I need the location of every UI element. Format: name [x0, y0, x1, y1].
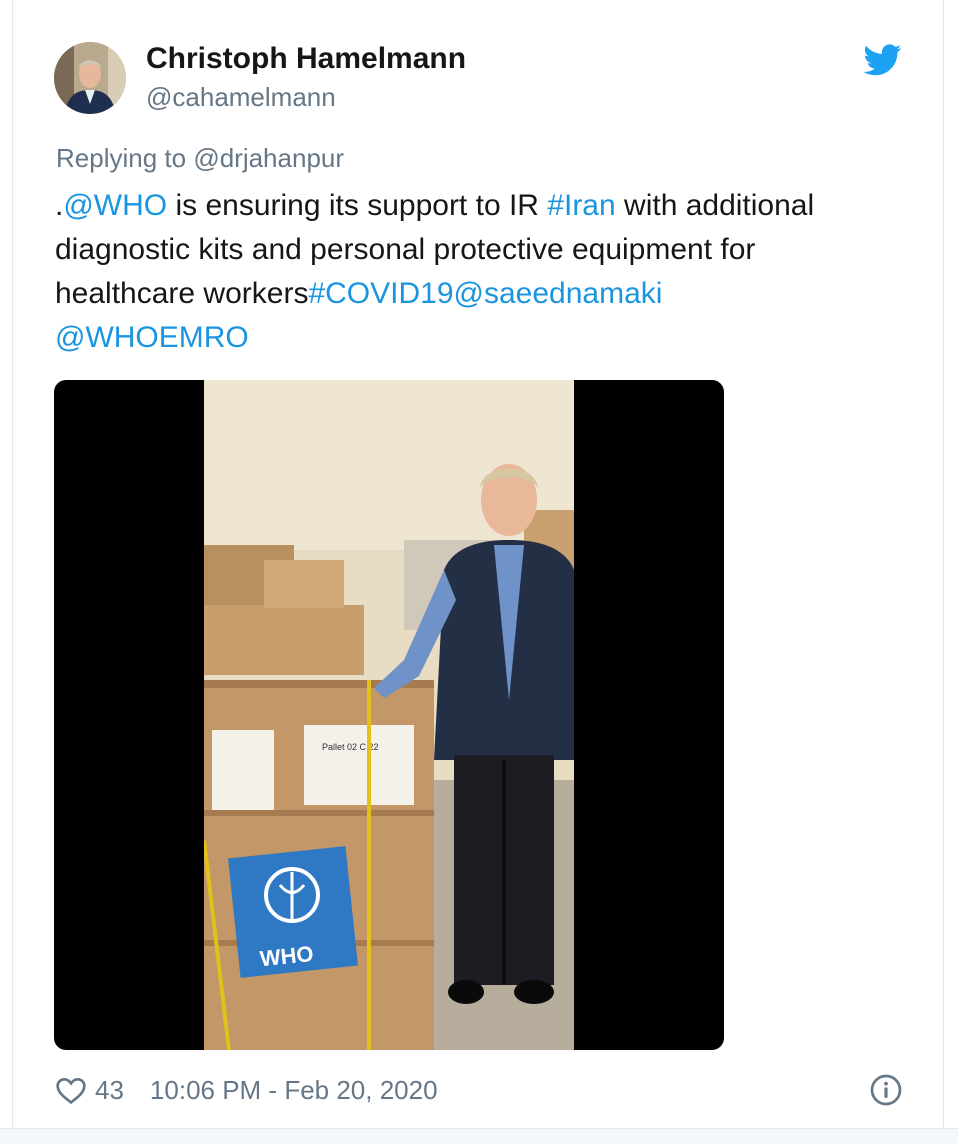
page-bottom-strip: [0, 1128, 958, 1144]
replying-to-line: Replying to @drjahanpur: [56, 143, 344, 174]
tweet-text: .@WHO is ensuring its support to IR #Ira…: [55, 184, 885, 360]
tweet-timestamp[interactable]: 10:06 PM - Feb 20, 2020: [150, 1075, 438, 1106]
replying-to-link[interactable]: @drjahanpur: [193, 143, 344, 173]
tweet-media-video[interactable]: Pallet 02 C 22 WHO: [54, 380, 724, 1050]
heart-icon[interactable]: [55, 1075, 87, 1105]
twitter-bird-icon[interactable]: [864, 44, 902, 76]
tweet-footer: 43 10:06 PM - Feb 20, 2020: [55, 1070, 438, 1110]
video-frame: Pallet 02 C 22 WHO: [204, 380, 574, 1050]
hashtag-iran[interactable]: #Iran: [547, 189, 615, 222]
replying-to-prefix: Replying to: [56, 143, 194, 173]
avatar[interactable]: [54, 42, 126, 114]
author-handle[interactable]: @cahamelmann: [146, 82, 336, 113]
like-count[interactable]: 43: [95, 1075, 124, 1106]
mention-whoemro[interactable]: @WHOEMRO: [55, 321, 249, 354]
mention-saeednamaki[interactable]: @saeednamaki: [454, 277, 663, 310]
author-display-name[interactable]: Christoph Hamelmann: [146, 42, 466, 76]
tweet-text-segment: is ensuring its support to IR: [167, 189, 548, 222]
info-icon[interactable]: [870, 1074, 902, 1106]
mention-who[interactable]: @WHO: [63, 189, 167, 222]
hashtag-covid19[interactable]: #COVID19: [308, 277, 453, 310]
